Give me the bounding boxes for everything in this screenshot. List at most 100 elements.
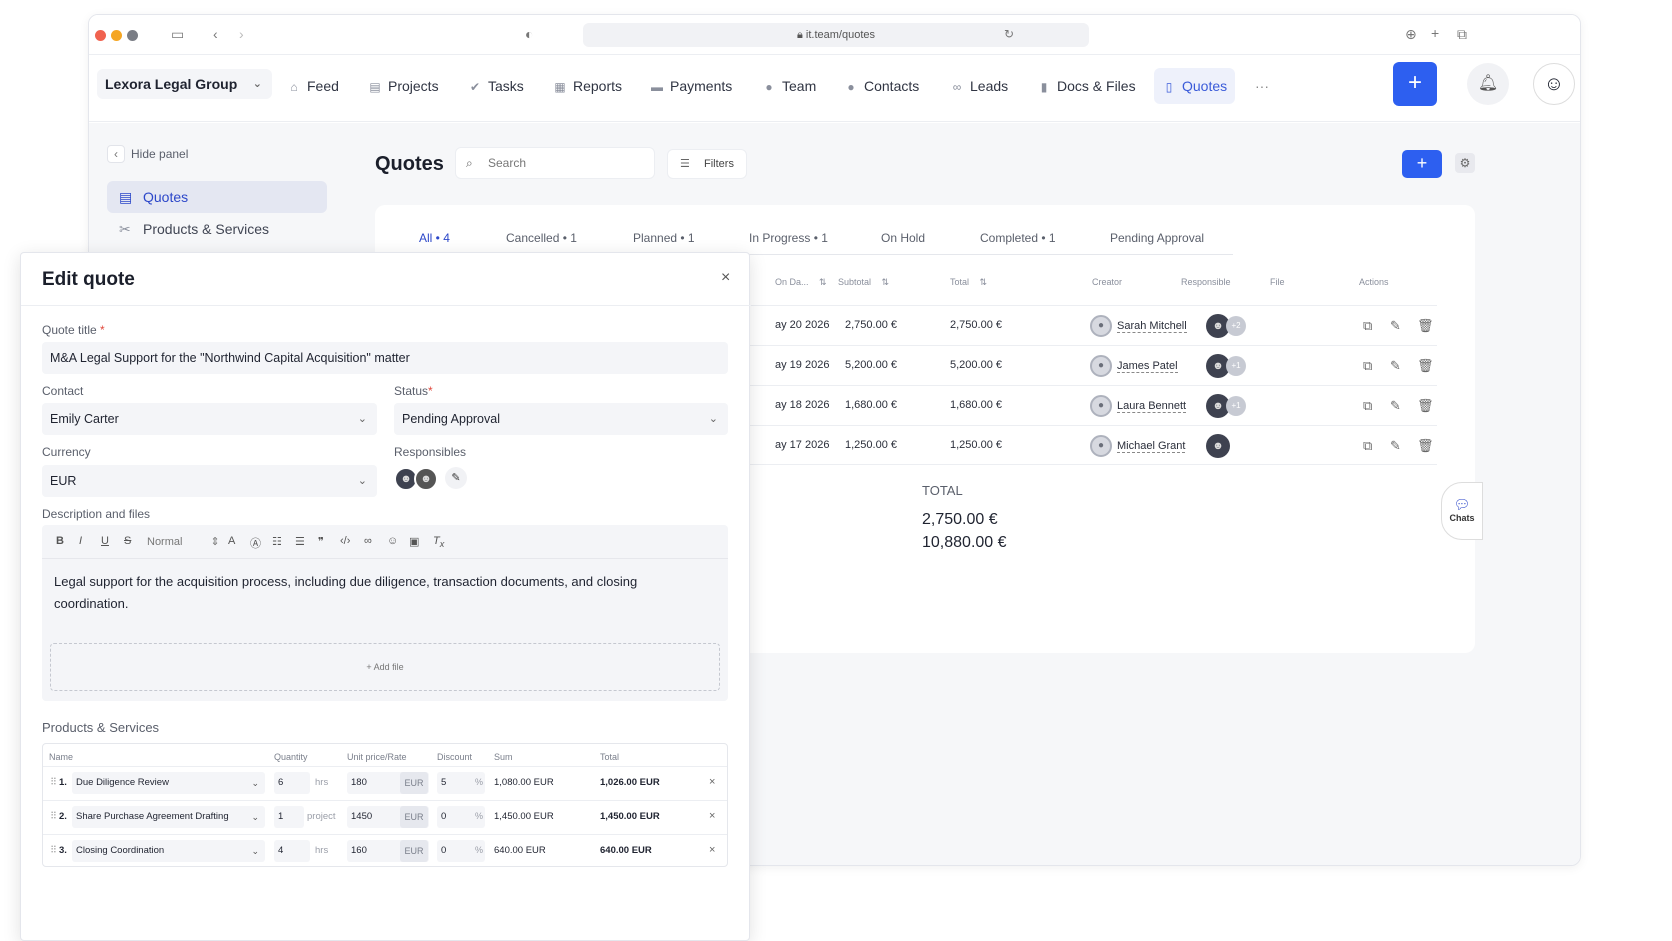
product-name-select[interactable]: Due Diligence Review ⌄ xyxy=(72,772,265,794)
col-date[interactable]: On Da... ⇅ xyxy=(775,277,827,288)
sidebar-item-quotes[interactable]: ▤ Quotes xyxy=(107,181,327,213)
ordered-list-icon[interactable]: ☷ xyxy=(272,535,282,548)
creator[interactable]: ● Sarah Mitchell xyxy=(1090,315,1187,337)
highlight-icon[interactable]: Ⓐ xyxy=(250,535,261,551)
code-icon[interactable]: ‹/› xyxy=(340,535,350,547)
text-color-icon[interactable]: A xyxy=(228,535,235,547)
creator[interactable]: ● Laura Bennett xyxy=(1090,395,1187,417)
report-icon: ▦ xyxy=(554,80,566,94)
quote-title-input[interactable]: M&A Legal Support for the "Northwind Cap… xyxy=(42,342,728,374)
remove-icon[interactable]: × xyxy=(709,844,715,856)
quantity-input[interactable]: 6 xyxy=(274,772,310,794)
col-total[interactable]: Total ⇅ xyxy=(950,277,987,288)
copy-icon[interactable]: ⧉ xyxy=(1363,438,1372,454)
italic-icon[interactable]: I xyxy=(79,535,82,547)
add-file-dropzone[interactable]: + Add file xyxy=(50,643,720,691)
drag-handle-icon[interactable]: ⠿ xyxy=(50,845,57,856)
reload-icon[interactable]: ↻ xyxy=(1004,28,1014,40)
trash-icon[interactable]: 🗑︎ xyxy=(1417,398,1434,414)
workspace-selector[interactable]: Lexora Legal Group ⌄ xyxy=(97,69,272,99)
nav-more[interactable]: ··· xyxy=(1247,68,1277,104)
nav-contacts[interactable]: ● Contacts xyxy=(836,68,927,104)
quantity-input[interactable]: 4 xyxy=(274,840,310,862)
strikethrough-icon[interactable]: S xyxy=(124,535,131,547)
description-editor[interactable]: B I U S Normal ⇕ A Ⓐ ☷ ☰ ❞ ‹/› ∞ ☺ ▣ Tx L… xyxy=(42,525,728,701)
back-icon[interactable]: ‹ xyxy=(213,27,218,41)
link-icon[interactable]: ∞ xyxy=(364,535,372,547)
user-avatar[interactable]: ☺ xyxy=(1533,63,1575,105)
chats-button[interactable]: 💬︎ Chats xyxy=(1441,482,1483,540)
nav-tasks[interactable]: ✔ Tasks xyxy=(460,68,532,104)
pencil-icon[interactable]: ✎ xyxy=(1390,318,1401,334)
edit-quote-dialog: Edit quote × Quote title * M&A Legal Sup… xyxy=(20,252,751,941)
copy-icon[interactable]: ⧉ xyxy=(1363,358,1372,374)
close-icon[interactable]: × xyxy=(721,269,730,287)
trash-icon[interactable]: 🗑︎ xyxy=(1417,318,1434,334)
drag-handle-icon[interactable]: ⠿ xyxy=(50,811,57,822)
tabs-overview-icon[interactable]: ⧉ xyxy=(1457,27,1467,41)
nav-docs-files[interactable]: ▮ Docs & Files xyxy=(1029,68,1144,104)
product-name-select[interactable]: Share Purchase Agreement Drafting ⌄ xyxy=(72,806,265,828)
search-input[interactable]: ⌕ Search xyxy=(455,147,655,179)
maximize-window-dot[interactable] xyxy=(127,30,138,41)
bold-icon[interactable]: B xyxy=(56,535,64,547)
sidebar-item-products-services[interactable]: ✂ Products & Services xyxy=(107,213,327,245)
drag-handle-icon[interactable]: ⠿ xyxy=(50,777,57,788)
forward-icon[interactable]: › xyxy=(239,27,244,41)
remove-icon[interactable]: × xyxy=(709,810,715,822)
avatar[interactable]: ☻ xyxy=(414,467,438,491)
tab-all[interactable]: All • 4 xyxy=(419,231,450,245)
nav-quotes[interactable]: ▯ Quotes xyxy=(1154,68,1236,104)
hide-panel-button[interactable]: ‹ Hide panel xyxy=(107,145,188,163)
product-name-select[interactable]: Closing Coordination ⌄ xyxy=(72,840,265,862)
minimize-window-dot[interactable] xyxy=(111,30,122,41)
copy-icon[interactable]: ⧉ xyxy=(1363,398,1372,414)
col-subtotal[interactable]: Subtotal ⇅ xyxy=(838,277,889,288)
tab-on-hold[interactable]: On Hold xyxy=(881,231,925,245)
filters-button[interactable]: ☰ Filters xyxy=(667,149,747,179)
nav-team[interactable]: ● Team xyxy=(754,68,824,104)
quantity-input[interactable]: 1 xyxy=(274,806,304,828)
bell-icon[interactable]: 🔔︎ xyxy=(1467,63,1509,105)
creator-name: Michael Grant xyxy=(1117,440,1186,453)
nav-feed[interactable]: ⌂ Feed xyxy=(279,68,347,104)
trash-icon[interactable]: 🗑︎ xyxy=(1417,358,1434,374)
currency-select[interactable]: EUR ⌄ xyxy=(42,465,377,497)
trash-icon[interactable]: 🗑︎ xyxy=(1417,438,1434,454)
pencil-icon[interactable]: ✎ xyxy=(445,467,467,489)
contact-select[interactable]: Emily Carter ⌄ xyxy=(42,403,377,435)
tab-planned[interactable]: Planned • 1 xyxy=(633,231,695,245)
copy-icon[interactable]: ⧉ xyxy=(1363,318,1372,334)
gear-icon[interactable]: ⚙ xyxy=(1455,153,1475,173)
creator[interactable]: ● James Patel xyxy=(1090,355,1178,377)
nav-leads[interactable]: ∞ Leads xyxy=(942,68,1016,104)
underline-icon[interactable]: U xyxy=(101,535,109,547)
format-select[interactable]: Normal ⇕ xyxy=(147,535,220,548)
nav-payments[interactable]: ▬ Payments xyxy=(642,68,740,104)
description-text[interactable]: Legal support for the acquisition proces… xyxy=(54,571,654,615)
remove-icon[interactable]: × xyxy=(709,776,715,788)
pencil-icon[interactable]: ✎ xyxy=(1390,358,1401,374)
tab-in-progress[interactable]: In Progress • 1 xyxy=(749,231,828,245)
tab-pending-approval[interactable]: Pending Approval xyxy=(1110,231,1204,245)
clear-format-icon[interactable]: Tx xyxy=(433,535,444,549)
add-quote-button[interactable]: + xyxy=(1402,150,1442,178)
quote-icon[interactable]: ❞ xyxy=(318,535,324,548)
new-tab-icon[interactable]: + xyxy=(1431,26,1439,40)
shield-icon[interactable]: ◐ xyxy=(525,27,533,41)
tab-cancelled[interactable]: Cancelled • 1 xyxy=(506,231,577,245)
nav-reports[interactable]: ▦ Reports xyxy=(545,68,630,104)
sidebar-toggle-icon[interactable]: ▭ xyxy=(171,27,184,41)
emoji-icon[interactable]: ☺ xyxy=(387,535,398,547)
close-window-dot[interactable] xyxy=(95,30,106,41)
bullet-list-icon[interactable]: ☰ xyxy=(295,535,305,548)
creator[interactable]: ● Michael Grant xyxy=(1090,435,1186,457)
global-add-button[interactable]: + xyxy=(1393,62,1437,106)
status-select[interactable]: Pending Approval ⌄ xyxy=(394,403,728,435)
pencil-icon[interactable]: ✎ xyxy=(1390,398,1401,414)
pencil-icon[interactable]: ✎ xyxy=(1390,438,1401,454)
image-icon[interactable]: ▣ xyxy=(409,535,419,548)
nav-projects[interactable]: ▤ Projects xyxy=(360,68,447,104)
download-icon[interactable]: ⊕ xyxy=(1405,27,1417,41)
tab-completed[interactable]: Completed • 1 xyxy=(980,231,1056,245)
